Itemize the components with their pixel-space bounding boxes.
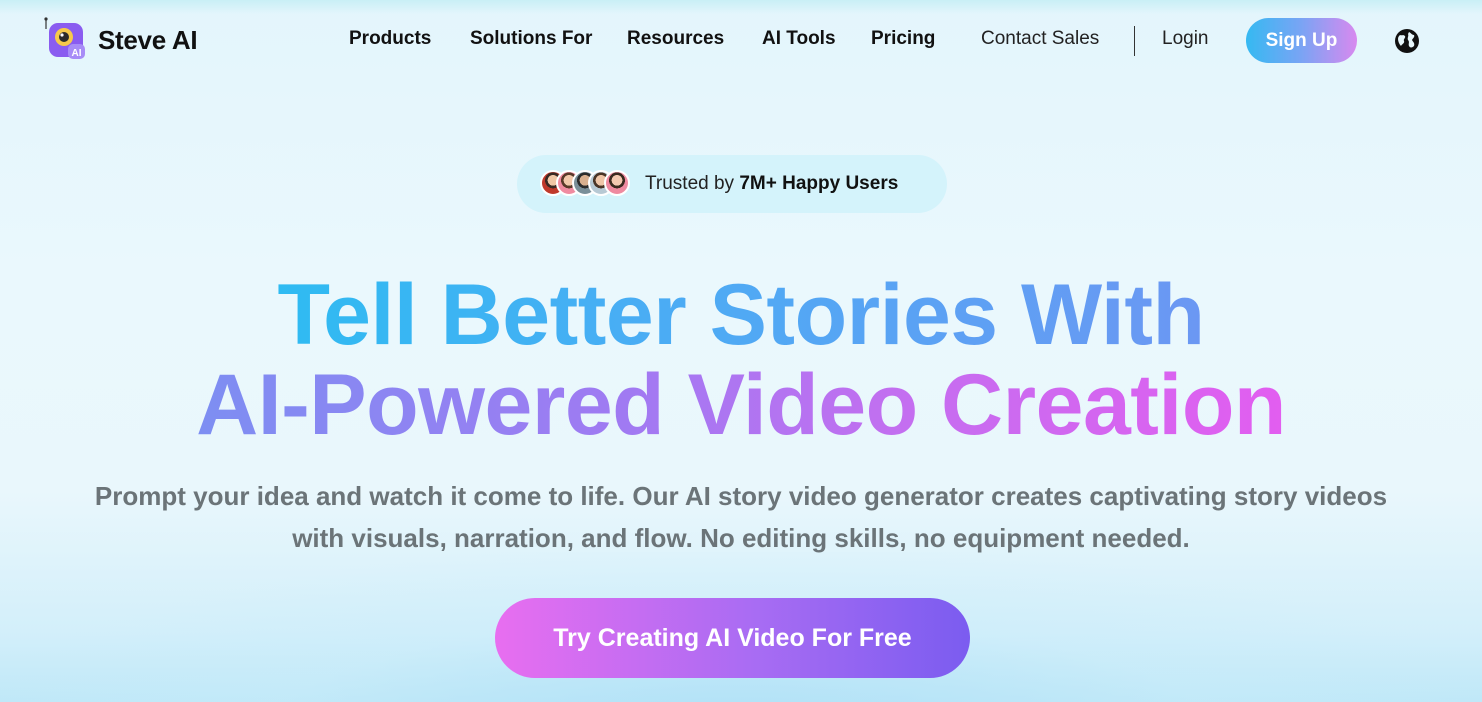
try-free-cta-button[interactable]: Try Creating AI Video For Free	[495, 598, 970, 678]
trusted-text: Trusted by 7M+ Happy Users	[645, 173, 898, 195]
hero-subtitle: Prompt your idea and watch it come to li…	[0, 475, 1482, 559]
hero-headline-line1: Tell Better Stories With	[251, 270, 1231, 360]
nav-item-ai-tools[interactable]: AI Tools	[762, 28, 836, 50]
hero-subtitle-line2: with visuals, narration, and flow. No ed…	[292, 523, 1190, 553]
nav-item-solutions-for[interactable]: Solutions For	[470, 28, 592, 50]
hero-subtitle-line1: Prompt your idea and watch it come to li…	[94, 481, 1388, 511]
nav-divider	[1134, 26, 1135, 56]
avatar	[604, 170, 630, 196]
login-link[interactable]: Login	[1162, 28, 1209, 50]
nav-item-pricing[interactable]: Pricing	[871, 28, 935, 50]
top-glow	[0, 0, 1482, 14]
nav-item-resources[interactable]: Resources	[627, 28, 724, 50]
nav-item-products[interactable]: Products	[349, 28, 431, 50]
sign-up-button[interactable]: Sign Up	[1246, 18, 1357, 63]
hero-headline-line2: AI-Powered Video Creation	[161, 360, 1321, 450]
hero-headline: Tell Better Stories With AI-Powered Vide…	[0, 270, 1482, 450]
trusted-badge: Trusted by 7M+ Happy Users	[517, 155, 947, 213]
globe-icon[interactable]	[1393, 27, 1421, 55]
contact-sales-link[interactable]: Contact Sales	[981, 28, 1099, 50]
trusted-count: 7M+ Happy Users	[739, 173, 899, 194]
user-avatars	[540, 170, 630, 198]
trusted-prefix: Trusted by	[645, 173, 735, 194]
